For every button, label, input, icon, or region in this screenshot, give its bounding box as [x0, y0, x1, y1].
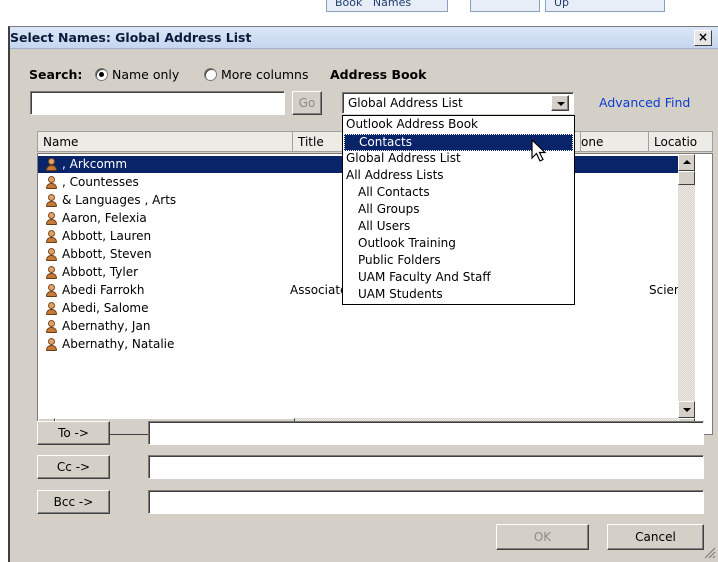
row-name: Abernathy, Jan [62, 319, 151, 333]
address-book-combobox[interactable]: Global Address List [342, 92, 574, 114]
contact-person-icon [45, 193, 59, 208]
row-name: Abernathy, Natalie [62, 337, 175, 351]
contact-person-icon [45, 301, 59, 316]
dropdown-option[interactable]: All Users [344, 219, 573, 236]
close-button[interactable]: × [694, 30, 712, 46]
chevron-down-icon [557, 102, 565, 106]
background-toolbar-button-icon [470, 0, 540, 12]
contact-person-icon [45, 265, 59, 280]
dropdown-option[interactable]: All Contacts [344, 185, 573, 202]
dropdown-option[interactable]: UAM Faculty And Staff [344, 270, 573, 287]
address-book-selected: Global Address List [348, 96, 463, 110]
row-location: Scien [649, 283, 682, 297]
column-header-name[interactable]: Name [38, 132, 293, 151]
go-button[interactable]: Go [292, 91, 322, 115]
advanced-find-link[interactable]: Advanced Find [599, 95, 690, 110]
contact-person-icon [45, 157, 59, 172]
dropdown-option[interactable]: Outlook Training [344, 236, 573, 253]
address-book-label: Address Book [330, 67, 427, 82]
ok-button[interactable]: OK [496, 524, 589, 550]
background-toolbar-button-up: Up [545, 0, 665, 12]
radio-selected-dot [99, 72, 104, 77]
cc-button[interactable]: Cc -> [37, 455, 110, 479]
to-button[interactable]: To -> [37, 421, 110, 445]
vertical-scrollbar[interactable] [678, 154, 695, 418]
contact-person-icon [45, 211, 59, 226]
mouse-cursor-icon [531, 139, 547, 162]
contact-person-icon [45, 283, 59, 298]
contact-person-icon [45, 175, 59, 190]
dialog-titlebar: Select Names: Global Address List × [10, 27, 718, 49]
background-toolbar-label: Names [372, 0, 412, 9]
combobox-dropdown-button[interactable] [551, 95, 569, 111]
radio-more-columns-label[interactable]: More columns [221, 67, 309, 82]
scroll-up-button[interactable] [678, 154, 695, 171]
bcc-button[interactable]: Bcc -> [37, 490, 110, 514]
cancel-button[interactable]: Cancel [607, 524, 704, 550]
row-name: Aaron, Felexia [62, 211, 147, 225]
resize-grip-icon[interactable] [702, 545, 716, 559]
close-icon: × [697, 30, 709, 44]
dropdown-option[interactable]: Public Folders [344, 253, 573, 270]
contact-person-icon [45, 247, 59, 262]
list-row[interactable]: Abernathy, Natalie [38, 336, 678, 353]
row-name: & Languages , Arts [62, 193, 177, 207]
background-toolbar-label: Up [554, 0, 570, 9]
list-row[interactable]: Abernathy, Jan [38, 318, 678, 335]
radio-name-only[interactable] [95, 68, 108, 81]
row-name: , Countesses [62, 175, 139, 189]
background-toolbar-button-book: Book Names [326, 0, 448, 12]
arrow-up-icon [683, 160, 691, 164]
row-name: Abedi Farrokh [62, 283, 145, 297]
row-name: Abedi, Salome [62, 301, 149, 315]
dropdown-option[interactable]: UAM Students [344, 287, 573, 304]
column-header-phone[interactable]: one [581, 132, 649, 151]
dialog-title: Select Names: Global Address List [10, 30, 252, 45]
dropdown-option[interactable]: All Address Lists [344, 168, 573, 185]
column-header-location[interactable]: Locatio [649, 132, 712, 151]
radio-more-columns[interactable] [204, 68, 217, 81]
arrow-down-icon [683, 408, 691, 412]
scroll-down-button[interactable] [678, 401, 695, 418]
row-name: , Arkcomm [62, 157, 128, 171]
bcc-field[interactable] [148, 490, 704, 514]
background-toolbar-label: Book [335, 0, 363, 9]
background-toolbar: Book Names Up [0, 0, 718, 28]
search-input[interactable] [30, 91, 285, 115]
row-name: Abbott, Tyler [62, 265, 139, 279]
dropdown-option[interactable]: Outlook Address Book [344, 117, 573, 134]
contact-person-icon [45, 229, 59, 244]
contact-person-icon [45, 319, 59, 334]
to-field[interactable] [148, 421, 704, 445]
radio-name-only-label[interactable]: Name only [112, 67, 179, 82]
contact-person-icon [45, 337, 59, 352]
select-names-dialog: Select Names: Global Address List × Sear… [8, 26, 718, 562]
dropdown-option[interactable]: All Groups [344, 202, 573, 219]
search-label: Search: [29, 67, 83, 82]
vertical-scroll-thumb[interactable] [678, 171, 695, 185]
row-name: Abbott, Steven [62, 247, 152, 261]
row-name: Abbott, Lauren [62, 229, 152, 243]
cc-field[interactable] [148, 455, 704, 479]
